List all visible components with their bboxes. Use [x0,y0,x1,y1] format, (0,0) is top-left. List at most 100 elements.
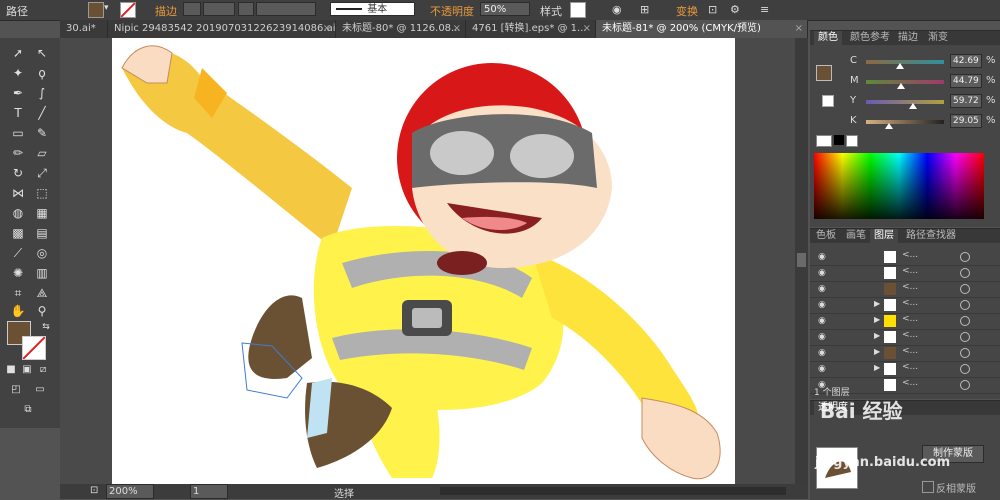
stroke-swatch[interactable] [120,2,136,18]
white-swatch[interactable] [846,135,858,147]
variable-width-dropdown[interactable] [238,2,254,16]
eye-icon[interactable]: ◉ [818,252,826,262]
none-swatch[interactable] [816,135,832,147]
screen-mode-icon[interactable]: ▭ [30,381,50,399]
tab-nipic[interactable]: Nipic 29483542 20190703122623914086.ai* × [108,20,336,38]
recolor-icon[interactable]: ◉ [612,3,622,16]
slider-thumb[interactable] [897,83,906,89]
slider-thumb[interactable] [908,103,917,109]
layer-row[interactable]: ◉ ▶ <... [810,329,1000,346]
layer-row[interactable]: ◉ <... [810,249,1000,266]
tab-swatches[interactable]: 色板 [812,229,840,243]
eye-icon[interactable]: ◉ [818,316,826,326]
tab-stroke[interactable]: 描边 [894,31,922,45]
yellow-slider[interactable]: Y 59.72 % [810,93,1000,109]
eyedropper-icon[interactable]: ⟋ [8,244,28,262]
eye-icon[interactable]: ◉ [818,348,826,358]
tab-color[interactable]: 颜色 [814,31,842,45]
free-transform-icon[interactable]: ⬚ [32,184,52,202]
black-slider[interactable]: K 29.05 % [810,113,1000,129]
close-icon[interactable]: × [795,20,803,38]
scale-tool-icon[interactable]: ⤢ [32,164,52,182]
vertical-scrollbar[interactable] [795,38,808,484]
artboard[interactable] [112,38,735,484]
layer-row[interactable]: ◉ <... [810,265,1000,282]
tab-color-guide[interactable]: 颜色参考 [846,31,894,45]
tab-gradient[interactable]: 渐变 [924,31,952,45]
horizontal-scrollbar[interactable] [440,487,786,495]
graphic-style-swatch[interactable] [570,2,586,18]
none-mode-icon[interactable]: ⧄ [36,361,50,379]
color-mode-icon[interactable]: ■ [4,361,18,379]
opacity-input[interactable]: 50% [480,2,530,16]
column-graph-icon[interactable]: ▥ [32,264,52,282]
tab-4761[interactable]: 4761 [转换].eps* @ 1... × [466,20,596,38]
draw-mode-icon[interactable]: ◰ [6,381,26,399]
magic-wand-icon[interactable]: ✦ [8,64,28,82]
brush-definition-dropdown[interactable]: 基本 [330,2,415,16]
tab-brushes[interactable]: 画笔 [842,229,870,243]
eraser-icon[interactable]: ▱ [32,144,52,162]
variable-width-profile[interactable] [256,2,316,16]
artboard-tool-icon[interactable]: ⌗ [8,284,28,302]
shape-builder-icon[interactable]: ◍ [8,204,28,222]
transform-label[interactable]: 变换 [676,3,698,19]
cyan-slider[interactable]: C 42.69 % [810,53,1000,69]
swap-fill-stroke-icon[interactable]: ⇆ [36,318,56,336]
panel-menu-icon[interactable]: ≡ [760,3,769,16]
eye-icon[interactable]: ◉ [818,284,826,294]
stroke-weight-stepper[interactable] [183,2,201,16]
layer-row[interactable]: ◉ <... [810,281,1000,298]
artboard-number-input[interactable]: 1 [190,484,228,499]
isolate-icon[interactable]: ⊡ [708,3,717,16]
paintbrush-icon[interactable]: ✎ [32,124,52,142]
close-icon[interactable]: × [453,20,461,38]
curvature-tool-icon[interactable]: ∫ [32,84,52,102]
symbol-sprayer-icon[interactable]: ✺ [8,264,28,282]
line-tool-icon[interactable]: ╱ [32,104,52,122]
parachutist-illustration[interactable] [112,38,735,484]
blend-tool-icon[interactable]: ◎ [32,244,52,262]
gradient-tool-icon[interactable]: ▤ [32,224,52,242]
direct-selection-tool-icon[interactable]: ↖ [32,44,52,62]
close-icon[interactable]: × [583,20,591,38]
layer-row[interactable]: ◉ ▶ <... [810,313,1000,330]
eye-icon[interactable]: ◉ [818,300,826,310]
stroke-weight-input[interactable] [203,2,235,16]
slider-thumb[interactable] [884,123,893,129]
stroke-label[interactable]: 描边 [155,3,177,19]
layer-row[interactable]: ◉ ▶ <... [810,361,1000,378]
black-value[interactable]: 29.05 [950,114,982,128]
rectangle-tool-icon[interactable]: ▭ [8,124,28,142]
perspective-grid-icon[interactable]: ▦ [32,204,52,222]
yellow-value[interactable]: 59.72 [950,94,982,108]
tab-untitled-81[interactable]: 未标题-81* @ 200% (CMYK/预览) × [596,20,808,38]
fill-swatch[interactable] [88,2,104,18]
magenta-value[interactable]: 44.79 [950,74,982,88]
pencil-icon[interactable]: ✏ [8,144,28,162]
type-tool-icon[interactable]: T [8,104,28,122]
slice-tool-icon[interactable]: ⟁ [32,284,52,302]
hand-tool-icon[interactable]: ✋ [8,302,28,320]
lasso-icon[interactable]: ϙ [32,64,52,82]
eye-icon[interactable]: ◉ [818,332,826,342]
layer-row[interactable]: ◉ ▶ <... [810,345,1000,362]
black-swatch[interactable] [834,135,844,145]
color-spectrum[interactable] [814,153,984,219]
width-tool-icon[interactable]: ⋈ [8,184,28,202]
magenta-slider[interactable]: M 44.79 % [810,73,1000,89]
eye-icon[interactable]: ◉ [818,268,826,278]
eye-icon[interactable]: ◉ [818,364,826,374]
tab-30[interactable]: 30.ai* [60,20,108,38]
tab-layers[interactable]: 图层 [870,229,898,243]
change-screen-mode-icon[interactable]: ⧉ [18,401,38,419]
gradient-mode-icon[interactable]: ▣ [20,361,34,379]
fill-dropdown-icon[interactable]: ▾ [104,3,109,13]
scroll-thumb[interactable] [797,253,806,267]
pen-tool-icon[interactable]: ✒ [8,84,28,102]
gear-icon[interactable]: ⚙ [730,3,740,16]
layer-row[interactable]: ◉ ▶ <... [810,297,1000,314]
tab-pathfinder[interactable]: 路径查找器 [902,229,960,243]
mesh-tool-icon[interactable]: ▩ [8,224,28,242]
invert-mask-checkbox[interactable] [922,481,934,493]
